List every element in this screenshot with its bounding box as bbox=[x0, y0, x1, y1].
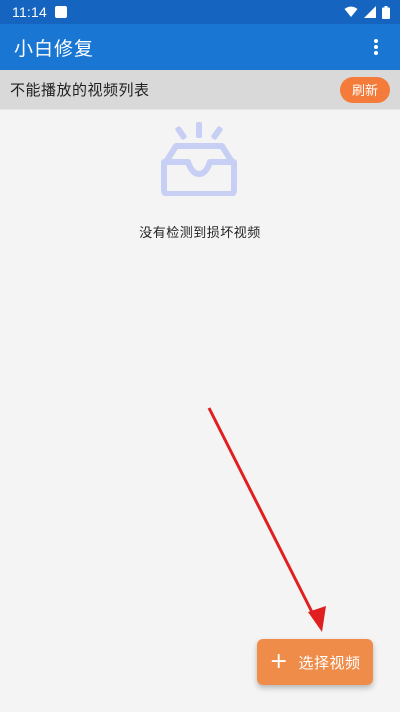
wifi-icon bbox=[344, 6, 358, 17]
plus-icon: + bbox=[269, 649, 289, 674]
empty-inbox-icon bbox=[161, 122, 237, 196]
refresh-button[interactable]: 刷新 bbox=[339, 76, 390, 103]
status-time: 11:14 bbox=[12, 4, 47, 20]
video-list-header: 不能播放的视频列表 刷新 bbox=[0, 70, 400, 110]
more-vert-icon[interactable] bbox=[364, 35, 388, 59]
signal-icon bbox=[364, 6, 376, 18]
notification-icon bbox=[55, 6, 67, 18]
select-video-label: 选择视频 bbox=[298, 653, 361, 672]
select-video-button[interactable]: + 选择视频 bbox=[257, 639, 373, 685]
status-icons bbox=[344, 5, 390, 19]
app-bar: 小白修复 bbox=[0, 24, 400, 70]
empty-state-message: 没有检测到损坏视频 bbox=[139, 226, 261, 241]
video-list-title: 不能播放的视频列表 bbox=[10, 81, 150, 99]
battery-icon bbox=[382, 5, 390, 19]
app-title: 小白修复 bbox=[14, 37, 95, 60]
status-bar: 11:14 bbox=[0, 0, 400, 24]
